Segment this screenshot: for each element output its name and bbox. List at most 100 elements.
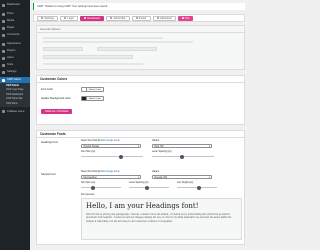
sidebar-item-plugins[interactable]: Plugins <box>0 48 30 54</box>
font-color-label: Font Color <box>41 88 54 91</box>
tab-pro[interactable]: Pro <box>177 15 194 21</box>
slider-handle[interactable] <box>197 185 201 190</box>
letter-spacing-label: Letter Spacing (px) <box>129 182 149 184</box>
submenu-item[interactable]: CWP Menu <box>0 102 30 106</box>
success-notice: CWP: Thanks for using CWP! Your settings… <box>33 3 245 10</box>
sidebar-item-label: Settings <box>7 69 17 73</box>
tab-label: Dashboard <box>87 16 100 20</box>
slider-handle[interactable] <box>180 154 184 159</box>
settings-icon <box>2 70 5 74</box>
sample-font-size-slider[interactable] <box>81 185 121 190</box>
font-preview-box: Hello, I am your Headings font! Short fo… <box>81 198 242 240</box>
pin-icon <box>2 12 5 16</box>
collapse-icon <box>2 110 5 114</box>
lock-icon <box>63 17 66 19</box>
select-font-family-label: Select Font Family from Google Fonts <box>81 140 120 142</box>
select-font-family-text: Select Font Family from <box>81 140 106 142</box>
tab-footer[interactable]: Footer <box>131 15 151 21</box>
sidebar-item-label: Collapse menu <box>7 109 25 113</box>
variant-label: Variant <box>152 140 160 142</box>
preview-heading: Hello, I am your Headings font! <box>86 202 199 210</box>
sidebar-item-label: Dashboard <box>7 2 20 6</box>
sample-line-height-slider[interactable] <box>177 185 217 190</box>
font-size-label: Font Size (px) <box>81 182 96 184</box>
google-fonts-link[interactable]: Google Fonts <box>106 140 120 142</box>
customize-colors-panel: Customize Colors Font Color Select Color… <box>36 75 245 125</box>
panel-title: Customize Colors <box>37 76 244 83</box>
page-icon <box>2 26 5 30</box>
gear-icon <box>2 78 5 82</box>
headings-variant-select[interactable]: Bold 700 <box>152 143 212 148</box>
tab-label: Pro <box>185 16 190 20</box>
sidebar-item-media[interactable]: Media <box>0 18 30 24</box>
placeholder-text-line <box>43 37 163 39</box>
headings-font-select[interactable]: Playfair Display <box>81 143 141 148</box>
sample-letter-spacing-slider[interactable] <box>129 185 169 190</box>
wrench-icon <box>2 63 5 67</box>
font-size-label: Font Size (px) <box>81 151 96 153</box>
tab-label: Login <box>67 16 74 20</box>
star-icon <box>181 17 184 19</box>
tab-label: Settings <box>44 16 54 20</box>
sample-font-select[interactable]: Merriweather <box>81 174 141 179</box>
headings-letter-spacing-slider[interactable] <box>152 154 214 159</box>
slider-handle[interactable] <box>119 154 123 159</box>
google-fonts-link[interactable]: Google Fonts <box>106 171 120 173</box>
sidebar-item-label: Posts <box>7 11 14 15</box>
placeholder-field <box>43 55 133 59</box>
tab-dashboard[interactable]: Dashboard <box>79 15 104 21</box>
headings-font-size-slider[interactable] <box>81 154 143 159</box>
sidebar-item-comments[interactable]: Comments <box>0 32 30 38</box>
sidebar-collapse-menu[interactable]: Collapse menu <box>0 109 30 115</box>
line-height-label: Line Height (px) <box>177 182 194 184</box>
save-all-changes-button[interactable]: SAVE ALL CHANGES <box>41 109 73 114</box>
user-icon <box>2 56 5 60</box>
font-color-picker[interactable]: Select Color <box>81 87 104 92</box>
header-bg-color-picker[interactable]: Select Color <box>81 96 104 101</box>
sidebar-item-dashboard[interactable]: Dashboard <box>0 2 30 8</box>
tab-label: Footer <box>139 16 147 20</box>
sidebar-item-posts[interactable]: Posts <box>0 11 30 17</box>
dashboard-icon <box>83 17 86 19</box>
tab-login[interactable]: Login <box>59 15 78 21</box>
sidebar-item-pages[interactable]: Pages <box>0 25 30 31</box>
sidebar-item-label: CWP Admin <box>7 77 21 81</box>
general-options-panel: General Options <box>36 25 245 70</box>
sidebar-item-appearance[interactable]: Appearance <box>0 41 30 47</box>
tab-advanced[interactable]: Advanced <box>152 15 176 21</box>
select-font-family-text: Select Font Family from <box>81 171 106 173</box>
panel-title: Customize Fonts <box>37 131 244 138</box>
sidebar-item-label: Pages <box>7 25 15 29</box>
header-bg-color-row: Header Background Color Select Color <box>41 96 104 101</box>
tab-settings[interactable]: Settings <box>37 15 58 21</box>
placeholder-field <box>43 47 83 51</box>
color-picker-label: Select Color <box>89 88 101 91</box>
panel-title: General Options <box>37 26 244 33</box>
notice-text: CWP: Thanks for using CWP! Your settings… <box>37 5 108 8</box>
sidebar-item-tools[interactable]: Tools <box>0 62 30 68</box>
font-color-row: Font Color Select Color <box>41 87 104 92</box>
gear-icon <box>41 17 43 19</box>
preview-paragraph: Short form is strong are paragraph, cust… <box>86 212 232 223</box>
sample-variant-select[interactable]: Regular 400 <box>152 174 212 179</box>
slider-handle[interactable] <box>145 185 149 190</box>
sidebar-item-label: Plugins <box>7 48 16 52</box>
code-icon <box>156 17 159 19</box>
sidebar-item-label: Users <box>7 55 14 59</box>
placeholder-field <box>97 47 157 51</box>
tab-admin-bar[interactable]: Admin Bar <box>105 15 130 21</box>
settings-tabs: Settings Login Dashboard Admin Bar Foote… <box>33 14 245 22</box>
dashboard-icon <box>2 3 5 7</box>
sidebar-item-users[interactable]: Users <box>0 55 30 61</box>
sidebar-submenu: CWP Admin CWP Login Page CWP Dashboard C… <box>0 83 30 107</box>
color-picker-label: Select Color <box>89 97 101 100</box>
media-icon <box>2 19 5 23</box>
customize-fonts-panel: Customize Fonts Headings Font Select Fon… <box>36 130 245 245</box>
slider-handle[interactable] <box>91 185 95 190</box>
footer-icon <box>135 17 138 19</box>
bar-icon <box>109 17 112 19</box>
sidebar-item-label: Comments <box>7 32 20 36</box>
select-font-family-label: Select Font Family from Google Fonts <box>81 171 120 173</box>
sidebar-item-settings[interactable]: Settings <box>0 69 30 75</box>
headings-font-label: Headings Font <box>41 141 58 144</box>
